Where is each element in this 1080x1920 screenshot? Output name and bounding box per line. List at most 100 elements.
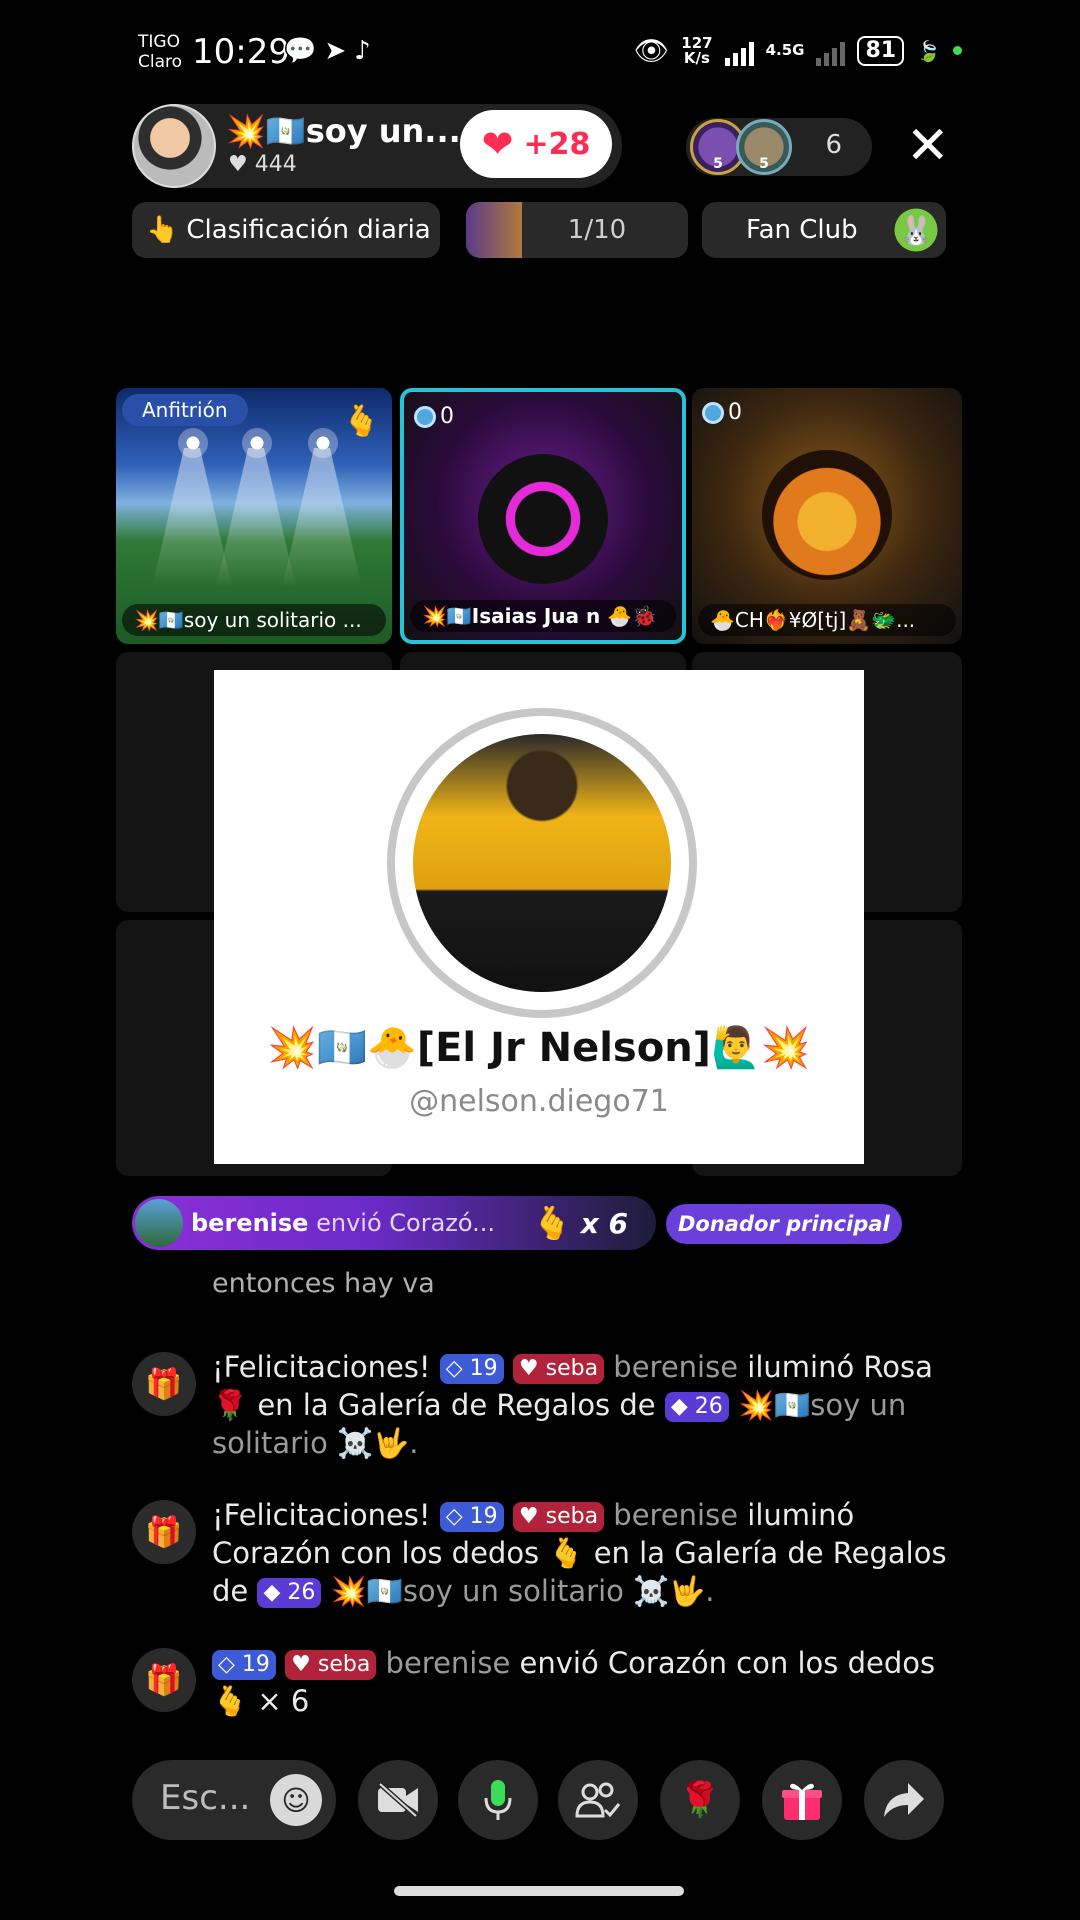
guest-gems: 0 — [702, 400, 742, 425]
guest-tile[interactable]: 0 💥🇬🇹Isaias Jua n 🐣🐞 — [400, 388, 686, 644]
follow-button[interactable]: ❤ +28 — [460, 110, 612, 178]
eye-icon: 👁 — [633, 34, 670, 67]
goal-thumbnail — [466, 202, 522, 258]
gem-icon — [702, 401, 724, 424]
stadium-light — [242, 428, 272, 458]
viewer-count: 6 — [825, 130, 842, 160]
viewer-avatar[interactable]: 5 — [736, 119, 792, 175]
hand-icon: 👆 — [146, 215, 179, 245]
stadium-light-beam — [152, 448, 232, 588]
fan-club-chip[interactable]: Fan Club 🐰 — [702, 200, 946, 260]
level-badge: ◇ 19 — [212, 1650, 276, 1680]
gift-sender: berenise — [191, 1209, 309, 1237]
fan-badge: ♥ seba — [512, 1354, 605, 1384]
telegram-icon: ➤ — [324, 36, 347, 66]
finger-heart-icon: 🫰 — [342, 404, 380, 439]
guest-gems: 0 — [414, 404, 454, 429]
follow-count: +28 — [523, 126, 591, 162]
finger-heart-icon: 🫰 — [532, 1204, 572, 1242]
level-badge: ◇ 19 — [439, 1354, 504, 1384]
host-likes: ♥ 444 — [228, 152, 297, 177]
gem-icon — [414, 405, 436, 428]
gift-icon: 🎁 — [132, 1648, 196, 1712]
host-name: 💥🇬🇹soy un... — [226, 112, 461, 150]
level-badge: ◆ 26 — [664, 1392, 729, 1422]
host-likes-count: 444 — [254, 152, 297, 177]
chat-message-text: ¡Felicitaciones! ◇ 19 ♥ seba berenise il… — [212, 1348, 952, 1462]
gift-banner[interactable]: berenise envió Corazó... 🫰 x 6 — [132, 1196, 656, 1250]
rose-gift-icon[interactable]: 🌹 — [660, 1760, 740, 1840]
profile-handle: @nelson.diego71 — [409, 1084, 669, 1119]
viewers-pill[interactable]: 5 5 6 — [686, 118, 872, 176]
guest-gem-count: 0 — [440, 404, 454, 429]
stadium-light-beam — [282, 448, 362, 588]
profile-avatar — [413, 734, 671, 992]
goal-chip[interactable]: 1/10 — [466, 202, 688, 258]
chat-target[interactable]: 💥🇬🇹soy un solitario ☠️🤟. — [331, 1574, 715, 1608]
carrier-bottom: Claro — [138, 52, 183, 72]
chat-username[interactable]: berenise — [613, 1350, 738, 1384]
viewer-badge-level: 5 — [759, 156, 769, 172]
network-type: 4.5G — [765, 41, 805, 59]
status-right: 👁 127 K/s 4.5G 81 🍃 — [634, 34, 962, 67]
congrats-text: ¡Felicitaciones! — [212, 1350, 431, 1384]
chat-message-previous: entonces hay va — [212, 1268, 435, 1299]
chat-message: 🎁 ¡Felicitaciones! ◇ 19 ♥ seba berenise … — [132, 1348, 952, 1462]
camera-off-icon[interactable] — [358, 1760, 438, 1840]
level-value: 19 — [241, 1652, 270, 1677]
signal-icon-2 — [816, 36, 846, 66]
share-icon[interactable] — [864, 1760, 944, 1840]
heart-icon: ♥ — [228, 152, 248, 177]
gift-multiplier: x 6 — [580, 1206, 628, 1240]
profile-name: 💥🇬🇹🐣[El Jr Nelson]🙋‍♂️💥 — [267, 1025, 811, 1071]
signal-icon — [724, 36, 754, 66]
guest-name: 💥🇬🇹Isaias Jua n 🐣🐞 — [410, 600, 676, 632]
carrier-label: TIGO Claro — [138, 32, 182, 72]
gift-box-icon[interactable] — [762, 1760, 842, 1840]
fan-badge: ♥ seba — [512, 1502, 605, 1532]
net-speed-unit: K/s — [683, 48, 710, 67]
net-speed: 127 K/s — [681, 35, 712, 67]
sender-avatar — [135, 1199, 183, 1247]
stadium-light — [178, 428, 208, 458]
fan-club-icon: 🐰 — [886, 200, 946, 260]
gift-icon: 🎁 — [132, 1500, 196, 1564]
gift-action: envió Corazó... — [316, 1209, 496, 1237]
comment-input[interactable]: Esc... ☺ — [132, 1760, 336, 1840]
stadium-light — [308, 428, 338, 458]
guests-icon[interactable] — [558, 1760, 638, 1840]
top-donor-badge: Donador principal — [666, 1204, 902, 1244]
guest-gem-count: 0 — [728, 400, 742, 425]
gift-banner-text: berenise envió Corazó... — [191, 1209, 495, 1237]
messenger-icon: 💬 — [284, 36, 317, 66]
level-badge: ◇ 19 — [439, 1502, 504, 1532]
viewer-badge-level: 5 — [713, 156, 723, 172]
home-indicator[interactable] — [394, 1886, 684, 1896]
guest-avatar[interactable] — [478, 454, 608, 584]
close-icon[interactable]: ✕ — [906, 120, 950, 172]
heart-icon: ❤ — [481, 122, 514, 166]
emoji-icon[interactable]: ☺ — [270, 1774, 322, 1826]
guest-name: 🐣CH❤️‍🔥¥Ø[tj]🧸🐲... — [698, 604, 956, 636]
chat-username[interactable]: berenise — [386, 1646, 511, 1680]
profile-avatar-ring — [387, 708, 697, 1018]
microphone-icon[interactable] — [458, 1760, 538, 1840]
guest-tile[interactable]: 0 🐣CH❤️‍🔥¥Ø[tj]🧸🐲... — [692, 388, 962, 644]
profile-card[interactable]: 💥🇬🇹🐣[El Jr Nelson]🙋‍♂️💥 @nelson.diego71 — [214, 670, 864, 1164]
level-badge: ◆ 26 — [257, 1578, 322, 1608]
host-badge: Anfitrión — [122, 394, 248, 426]
chat-username[interactable]: berenise — [613, 1498, 738, 1532]
host-video-tile[interactable]: Anfitrión 🫰 💥🇬🇹soy un solitario ... — [116, 388, 392, 644]
level-value: 19 — [469, 1356, 498, 1381]
battery-indicator: 81 — [857, 35, 905, 66]
guest-avatar[interactable] — [762, 450, 892, 580]
privacy-dot — [953, 46, 962, 55]
tiktok-icon: ♪ — [354, 36, 371, 66]
congrats-text: ¡Felicitaciones! — [212, 1498, 431, 1532]
daily-ranking-chip[interactable]: 👆 Clasificación diaria — [132, 202, 440, 258]
leaf-icon: 🍃 — [916, 38, 941, 63]
chat-message: 🎁 ¡Felicitaciones! ◇ 19 ♥ seba berenise … — [132, 1496, 952, 1610]
host-avatar[interactable] — [132, 104, 216, 188]
fan-badge: ♥ seba — [285, 1650, 377, 1680]
level-value: 19 — [469, 1504, 498, 1529]
